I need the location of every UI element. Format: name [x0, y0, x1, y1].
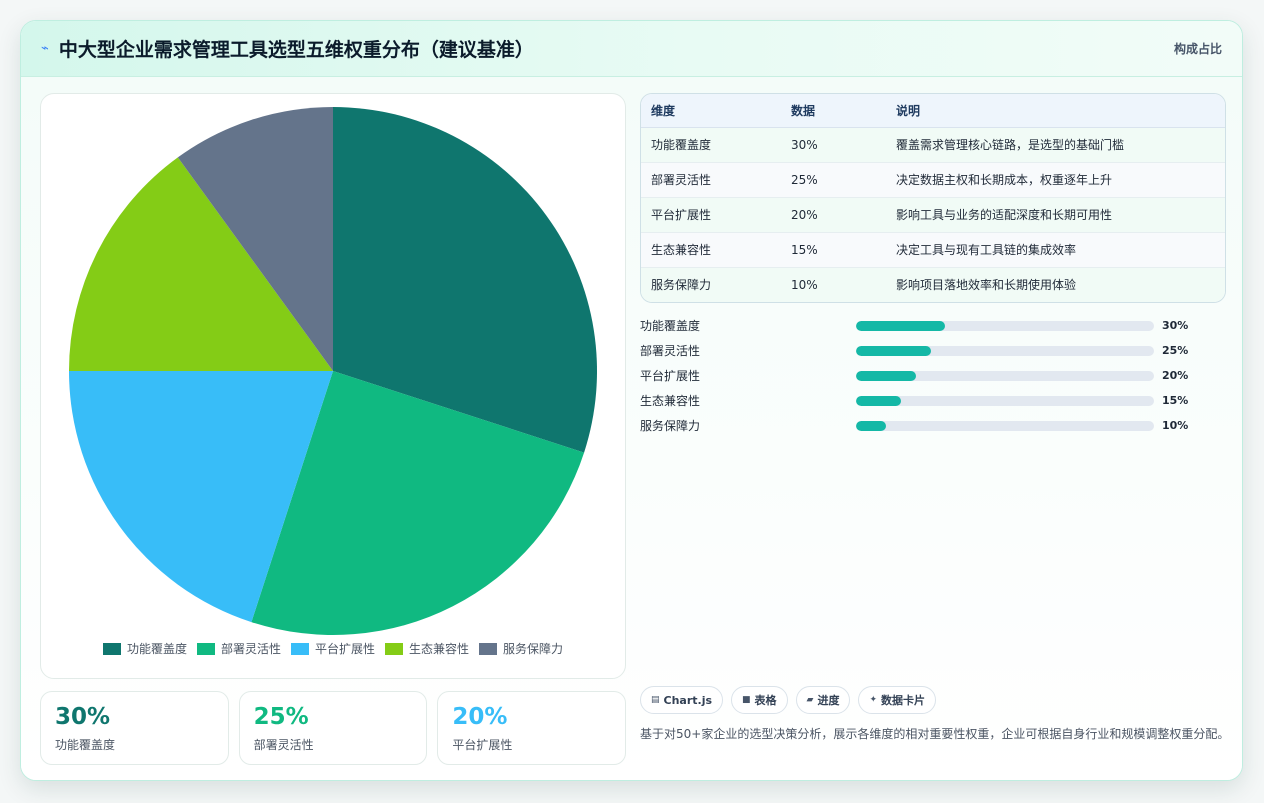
stat-value: 20% — [452, 704, 508, 730]
tag-label: Chart.js — [663, 693, 713, 707]
cell-description: 影响项目落地效率和长期使用体验 — [896, 278, 1077, 293]
stat-label: 部署灵活性 — [253, 738, 314, 752]
page-title: 中大型企业需求管理工具选型五维权重分布（建议基准） — [58, 39, 534, 61]
dimension-table: 维度 数据 说明 功能覆盖度 30% 覆盖需求管理核心链路，是选型的基础门槛 部署灵活… — [640, 93, 1226, 303]
tag-icon: ▤ — [651, 695, 660, 705]
legend-label: 服务保障力 — [503, 642, 564, 656]
table-row: 服务保障力 10% 影响项目落地效率和长期使用体验 — [641, 267, 1225, 302]
tag-chip[interactable]: ■ 表格 — [731, 686, 788, 714]
tag-icon: ✦ — [869, 695, 878, 705]
legend-swatch — [479, 642, 498, 655]
table-header-row: 维度 数据 说明 — [641, 94, 1225, 128]
table-header-description: 说明 — [886, 94, 1225, 128]
stat-label: 功能覆盖度 — [55, 738, 116, 752]
table-header-data: 数据 — [781, 94, 886, 128]
progress-fill — [856, 370, 916, 381]
progress-fill — [856, 320, 946, 331]
progress-fill — [856, 345, 931, 356]
legend-item[interactable]: 服务保障力 — [479, 640, 563, 657]
table-row: 平台扩展性 20% 影响工具与业务的适配深度和长期可用性 — [641, 197, 1225, 233]
cell-dimension: 功能覆盖度 — [641, 127, 781, 163]
progress-track — [856, 320, 1154, 331]
stat-cards: 30% 功能覆盖度 25% 部署灵活性 20% 平台扩展性 — [40, 691, 627, 765]
legend-item[interactable]: 平台扩展性 — [290, 640, 375, 657]
table-row: 部署灵活性 25% 决定数据主权和长期成本，权重逐年上升 — [641, 162, 1225, 198]
progress-label: 生态兼容性 — [640, 394, 701, 408]
cell-dimension: 生态兼容性 — [641, 232, 781, 268]
progress-label: 功能覆盖度 — [640, 319, 701, 333]
cell-description: 覆盖需求管理核心链路，是选型的基础门槛 — [886, 127, 1225, 163]
legend-swatch — [196, 642, 215, 655]
progress-row: 平台扩展性 20% — [640, 363, 1226, 388]
cell-data: 25% — [781, 162, 886, 198]
legend-swatch — [385, 642, 403, 655]
legend-item[interactable]: 生态兼容性 — [385, 640, 469, 657]
tech-tags: ▤ Chart.js ■ 表格 ▰ 进度 ✦ 数据卡片 — [640, 686, 937, 714]
legend-label: 功能覆盖度 — [126, 642, 187, 656]
stat-value: 25% — [253, 704, 309, 730]
progress-value: 10% — [1162, 419, 1189, 432]
progress-value: 30% — [1162, 319, 1189, 332]
progress-row: 服务保障力 10% — [640, 413, 1226, 438]
table-row: 功能覆盖度 30% 覆盖需求管理核心链路，是选型的基础门槛 — [641, 127, 1225, 163]
footnote: 基于对50+家企业的选型决策分析，展示各维度的相对重要性权重，企业可根据自身行业… — [640, 727, 1230, 741]
progress-row: 生态兼容性 15% — [640, 388, 1226, 413]
report-card: ⌁ 中大型企业需求管理工具选型五维权重分布（建议基准） 构成占比 功能覆盖度 部署… — [20, 20, 1243, 781]
legend-item[interactable]: 功能覆盖度 — [102, 640, 187, 657]
stat-value: 30% — [55, 704, 111, 730]
progress-track — [856, 345, 1154, 356]
progress-track — [856, 395, 1154, 406]
cell-data: 15% — [781, 232, 886, 268]
chart-legend: 功能覆盖度 部署灵活性 平台扩展性 生态兼容性 服务保障力 — [41, 640, 625, 657]
table-row: 生态兼容性 15% 决定工具与现有工具链的集成效率 — [641, 232, 1225, 268]
pie-chart-panel: 功能覆盖度 部署灵活性 平台扩展性 生态兼容性 服务保障力 — [40, 93, 626, 679]
cell-data: 20% — [781, 197, 886, 233]
progress-label: 部署灵活性 — [640, 344, 701, 358]
progress-value: 20% — [1162, 369, 1189, 382]
lightning-icon: ⌁ — [41, 41, 49, 56]
cell-dimension: 平台扩展性 — [641, 197, 781, 233]
progress-fill — [856, 395, 901, 406]
cell-description: 决定数据主权和长期成本，权重逐年上升 — [886, 162, 1225, 198]
legend-item[interactable]: 部署灵活性 — [196, 640, 281, 657]
cell-data: 10% — [791, 277, 818, 292]
progress-fill — [856, 420, 886, 431]
progress-track — [856, 420, 1154, 431]
legend-label: 生态兼容性 — [409, 642, 470, 656]
legend-label: 平台扩展性 — [314, 642, 375, 656]
card-header: ⌁ 中大型企业需求管理工具选型五维权重分布（建议基准） 构成占比 — [21, 21, 1242, 77]
stat-label: 平台扩展性 — [452, 738, 513, 752]
tag-label: 表格 — [754, 694, 777, 707]
tag-icon: ▰ — [806, 695, 814, 705]
stat-card: 25% 部署灵活性 — [238, 691, 428, 765]
progress-row: 功能覆盖度 30% — [640, 313, 1226, 338]
cell-dimension: 部署灵活性 — [641, 162, 781, 198]
progress-label: 平台扩展性 — [640, 369, 701, 383]
progress-value: 15% — [1162, 394, 1189, 407]
tag-label: 数据卡片 — [881, 694, 926, 707]
cell-dimension: 服务保障力 — [651, 278, 712, 293]
progress-row: 部署灵活性 25% — [640, 338, 1226, 363]
tag-chip[interactable]: ✦ 数据卡片 — [858, 686, 937, 714]
cell-description: 决定工具与现有工具链的集成效率 — [886, 232, 1225, 268]
pie-chart — [69, 107, 598, 635]
tag-chip[interactable]: ▤ Chart.js — [640, 686, 724, 714]
legend-swatch — [290, 642, 309, 655]
progress-label: 服务保障力 — [640, 419, 701, 433]
progress-bars: 功能覆盖度 30% 部署灵活性 25% 平台扩展性 20% 生态兼容性 15% 服务保障力 10% — [640, 313, 1226, 438]
progress-value: 25% — [1162, 344, 1189, 357]
legend-swatch — [102, 642, 121, 655]
progress-track — [856, 370, 1154, 381]
stat-card: 30% 功能覆盖度 — [40, 691, 229, 765]
stat-card: 20% 平台扩展性 — [437, 691, 627, 765]
table-header-dimension: 维度 — [641, 94, 781, 128]
tag-label: 进度 — [817, 694, 840, 707]
cell-description: 影响工具与业务的适配深度和长期可用性 — [886, 197, 1225, 233]
tag-chip[interactable]: ▰ 进度 — [795, 686, 851, 714]
composition-badge: 构成占比 — [1173, 42, 1222, 56]
legend-label: 部署灵活性 — [220, 642, 281, 656]
tag-icon: ■ — [742, 695, 751, 705]
cell-data: 30% — [781, 127, 886, 163]
